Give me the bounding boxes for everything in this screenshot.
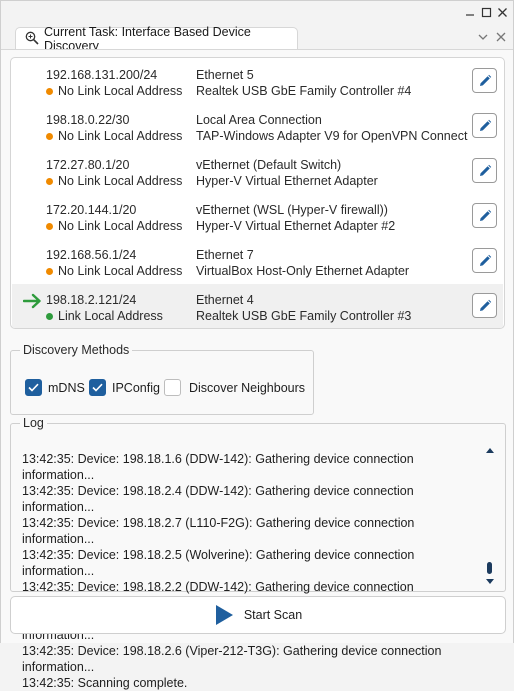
- magnifier-icon: [25, 31, 39, 48]
- interface-ip: 198.18.0.22/30: [46, 113, 130, 127]
- interface-name: Ethernet 4: [196, 293, 254, 307]
- adapter-name: Realtek USB GbE Family Controller #3: [196, 309, 412, 323]
- status-dot-icon: [46, 132, 53, 140]
- scroll-thumb[interactable]: [487, 562, 492, 574]
- interface-row[interactable]: 192.168.131.200/24 No Link Local Address…: [12, 59, 503, 103]
- discovery-methods-legend: Discovery Methods: [23, 343, 130, 357]
- interface-row[interactable]: 198.18.0.22/30 No Link Local Address Loc…: [12, 104, 503, 148]
- log-line: 13:42:35: Device: 198.18.1.6 (DDW-142): …: [22, 452, 414, 482]
- interface-list: 192.168.131.200/24 No Link Local Address…: [10, 57, 505, 329]
- log-line: 13:42:35: Device: 198.18.2.6 (Viper-212-…: [22, 644, 442, 674]
- close-tab-icon[interactable]: [495, 31, 507, 46]
- pencil-icon: [479, 299, 491, 311]
- adapter-name: VirtualBox Host-Only Ethernet Adapter: [196, 264, 410, 278]
- log-line: 13:42:35: Scanning complete.: [22, 676, 188, 690]
- ipconfig-checkbox[interactable]: IPConfig: [89, 379, 160, 396]
- status-dot-icon: [46, 267, 53, 275]
- link-status-text: No Link Local Address: [58, 129, 183, 143]
- interface-ip: 192.168.56.1/24: [46, 248, 137, 262]
- pencil-icon: [479, 119, 491, 131]
- status-dot-icon: [46, 222, 53, 230]
- minimize-icon[interactable]: [463, 5, 477, 19]
- tab-strip: Current Task: Interface Based Device Dis…: [1, 25, 513, 53]
- log-line: 13:42:35: Device: 198.18.2.7 (L110-F2G):…: [22, 516, 415, 546]
- edit-interface-button[interactable]: [472, 293, 497, 318]
- log-group: Log 13:42:35: Device: 198.18.1.6 (DDW-14…: [10, 416, 506, 690]
- log-output: 13:42:35: Device: 198.18.1.6 (DDW-142): …: [22, 451, 462, 691]
- pencil-icon: [479, 74, 491, 86]
- edit-interface-button[interactable]: [472, 68, 497, 93]
- log-legend: Log: [23, 416, 44, 430]
- discovery-methods-group: Discovery Methods mDNS IPConfig Discover…: [10, 343, 314, 415]
- maximize-icon[interactable]: [479, 5, 493, 19]
- link-status: No Link Local Address: [46, 219, 182, 233]
- pencil-icon: [479, 164, 491, 176]
- interface-row[interactable]: 172.27.80.1/20 No Link Local Address vEt…: [12, 149, 503, 193]
- edit-interface-button[interactable]: [472, 248, 497, 273]
- link-status-text: No Link Local Address: [58, 174, 183, 188]
- interface-name: vEthernet (Default Switch): [196, 158, 342, 172]
- scroll-down-icon[interactable]: [484, 576, 496, 590]
- task-content: 192.168.131.200/24 No Link Local Address…: [1, 49, 513, 690]
- adapter-name: Hyper-V Virtual Ethernet Adapter #2: [196, 219, 396, 233]
- link-status-text: No Link Local Address: [58, 84, 183, 98]
- interface-name: Ethernet 5: [196, 68, 254, 82]
- window-controls: [463, 5, 509, 19]
- checkbox-checked-icon: [89, 379, 106, 396]
- edit-interface-button[interactable]: [472, 203, 497, 228]
- log-line: 13:42:35: Device: 198.18.2.4 (DDW-142): …: [22, 484, 414, 514]
- chevron-down-icon[interactable]: [477, 31, 489, 46]
- close-icon[interactable]: [495, 5, 509, 19]
- discover-neighbours-label: Discover Neighbours: [189, 380, 306, 395]
- link-status: Link Local Address: [46, 309, 163, 323]
- start-scan-button[interactable]: Start Scan: [10, 596, 506, 634]
- interface-name: Local Area Connection: [196, 113, 322, 127]
- link-status: No Link Local Address: [46, 264, 182, 278]
- interface-name: vEthernet (WSL (Hyper-V firewall)): [196, 203, 388, 217]
- mdns-label: mDNS: [48, 380, 85, 395]
- play-icon: [215, 605, 233, 625]
- interface-ip: 172.27.80.1/20: [46, 158, 130, 172]
- link-status: No Link Local Address: [46, 174, 182, 188]
- log-scrollbar[interactable]: [484, 444, 496, 596]
- pencil-icon: [479, 254, 491, 266]
- ipconfig-label: IPConfig: [112, 380, 160, 395]
- mdns-checkbox[interactable]: mDNS: [25, 379, 85, 396]
- interface-row[interactable]: 172.20.144.1/20 No Link Local Address vE…: [12, 194, 503, 238]
- adapter-name: Hyper-V Virtual Ethernet Adapter: [196, 174, 378, 188]
- log-line: 13:42:35: Device: 198.18.2.5 (Wolverine)…: [22, 548, 415, 578]
- link-status-text: Link Local Address: [58, 309, 163, 323]
- adapter-name: Realtek USB GbE Family Controller #4: [196, 84, 412, 98]
- interface-row[interactable]: 192.168.56.1/24 No Link Local Address Et…: [12, 239, 503, 283]
- adapter-name: TAP-Windows Adapter V9 for OpenVPN Conne…: [196, 129, 468, 143]
- link-status: No Link Local Address: [46, 84, 182, 98]
- checkbox-unchecked-icon: [164, 379, 181, 396]
- tab-tools: [477, 31, 507, 46]
- scroll-up-icon[interactable]: [484, 444, 496, 458]
- edit-interface-button[interactable]: [472, 113, 497, 138]
- arrow-right-icon: [22, 292, 43, 313]
- status-dot-icon: [46, 312, 53, 320]
- status-dot-icon: [46, 177, 53, 185]
- interface-row-selected[interactable]: 198.18.2.121/24 Link Local Address Ether…: [12, 284, 503, 328]
- interface-ip: 198.18.2.121/24: [46, 293, 137, 307]
- tab-current-task[interactable]: Current Task: Interface Based Device Dis…: [15, 25, 298, 53]
- checkbox-checked-icon: [25, 379, 42, 396]
- link-status-text: No Link Local Address: [58, 264, 183, 278]
- edit-interface-button[interactable]: [472, 158, 497, 183]
- start-scan-label: Start Scan: [243, 608, 303, 622]
- link-status-text: No Link Local Address: [58, 219, 183, 233]
- pencil-icon: [479, 209, 491, 221]
- link-status: No Link Local Address: [46, 129, 182, 143]
- interface-ip: 192.168.131.200/24: [46, 68, 158, 82]
- status-dot-icon: [46, 87, 53, 95]
- interface-ip: 172.20.144.1/20: [46, 203, 137, 217]
- discover-neighbours-checkbox[interactable]: Discover Neighbours: [164, 379, 305, 396]
- interface-name: Ethernet 7: [196, 248, 254, 262]
- app-window: Current Task: Interface Based Device Dis…: [0, 0, 514, 690]
